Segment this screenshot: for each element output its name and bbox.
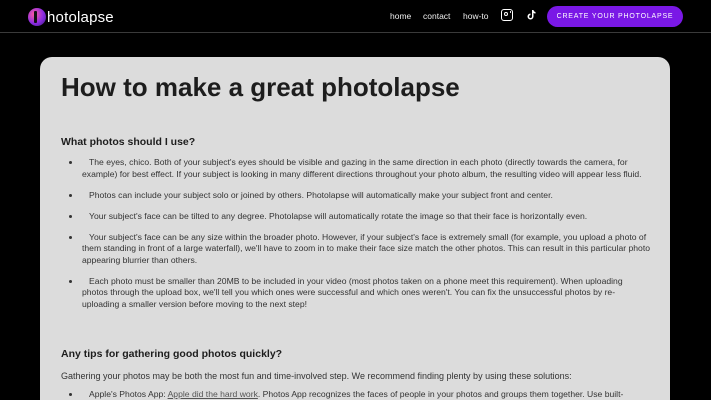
instagram-icon[interactable] — [501, 9, 513, 21]
logo-text: hotolapse — [47, 8, 114, 26]
list-item: Each photo must be smaller than 20MB to … — [61, 276, 650, 311]
tips-intro: Gathering your photos may be both the mo… — [61, 371, 572, 381]
gathering-tips-list: Apple's Photos App: Apple did the hard w… — [61, 389, 650, 400]
page-title: How to make a great photolapse — [61, 72, 460, 102]
content-card: How to make a great photolapse What phot… — [40, 57, 670, 400]
photo-tips-list: The eyes, chico. Both of your subject's … — [61, 157, 650, 310]
section-heading-photos: What photos should I use? — [61, 136, 196, 148]
tiktok-icon[interactable] — [525, 9, 537, 21]
logo[interactable]: hotolapse — [28, 8, 114, 26]
create-your-photolapse-button[interactable]: CREATE YOUR PHOTOLAPSE — [547, 6, 683, 27]
top-nav-bar: hotolapse home contact how-to CREATE YOU… — [0, 0, 711, 33]
apple-link[interactable]: Apple did the hard work — [168, 389, 258, 399]
photolapse-logo-icon — [28, 8, 46, 26]
list-item: The eyes, chico. Both of your subject's … — [61, 157, 650, 180]
section-heading-tips: Any tips for gathering good photos quick… — [61, 348, 283, 360]
list-item: Photos can include your subject solo or … — [61, 190, 650, 202]
list-item: Your subject's face can be tilted to any… — [61, 211, 650, 223]
nav-link-home[interactable]: home — [390, 11, 411, 21]
list-item: Your subject's face can be any size with… — [61, 232, 650, 267]
nav-link-how-to[interactable]: how-to — [463, 11, 489, 21]
list-item: Apple's Photos App: Apple did the hard w… — [61, 389, 650, 400]
nav-link-contact[interactable]: contact — [423, 11, 450, 21]
